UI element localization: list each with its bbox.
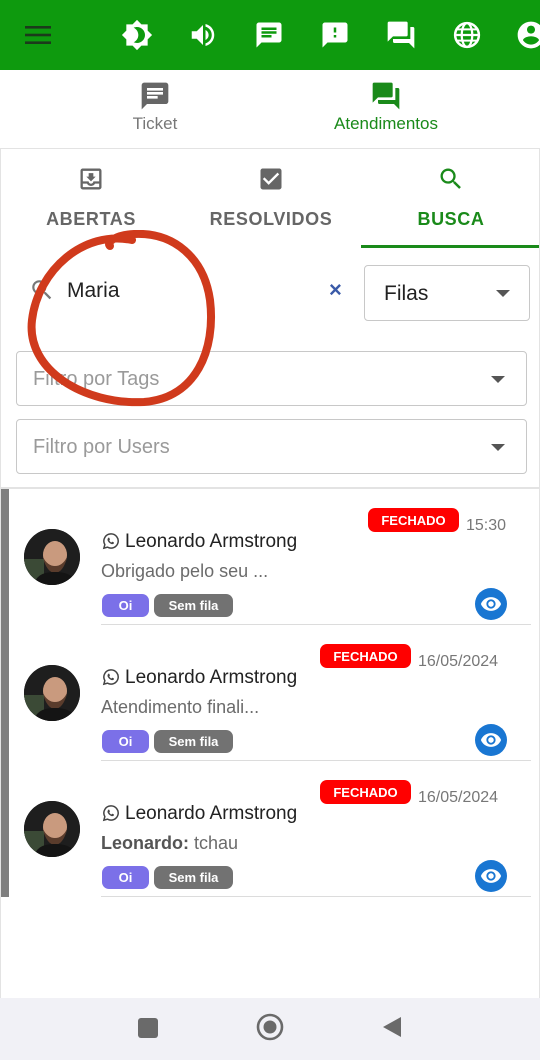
tag-chip-queue: Sem fila [154, 594, 233, 617]
active-tab-indicator [361, 245, 539, 248]
menu-icon[interactable] [22, 19, 54, 51]
ticket-item[interactable]: Leonardo Armstrong Obrigado pelo seu ...… [1, 489, 539, 625]
avatar [24, 529, 80, 585]
search-input[interactable] [67, 275, 317, 307]
preview-sender: Leonardo: [101, 833, 189, 853]
avatar [24, 801, 80, 857]
ticket-chat-icon [105, 80, 205, 112]
users-filter-select[interactable]: Filtro por Users [16, 419, 527, 474]
nav-atendimentos[interactable]: Atendimentos [316, 80, 456, 134]
status-badge: FECHADO [320, 780, 411, 804]
brightness-icon[interactable] [121, 19, 153, 51]
tab-resolvidos[interactable]: RESOLVIDOS [181, 149, 361, 249]
status-badge: FECHADO [368, 508, 459, 532]
tag-chip-oi: Oi [102, 594, 149, 617]
tab-abertas-label: ABERTAS [46, 209, 136, 229]
status-badge: FECHADO [320, 644, 411, 668]
tag-chip-oi: Oi [102, 866, 149, 889]
ticket-time: 15:30 [466, 517, 507, 534]
account-icon[interactable] [515, 19, 540, 51]
view-ticket-button[interactable] [475, 724, 507, 756]
tag-chip-oi: Oi [102, 730, 149, 753]
filas-select[interactable]: Filas [364, 265, 530, 321]
volume-icon[interactable] [187, 19, 219, 51]
atendimentos-forum-icon [316, 80, 456, 112]
contact-name: Leonardo Armstrong [125, 667, 298, 688]
back-icon[interactable] [381, 1015, 403, 1044]
forum-icon[interactable] [385, 19, 417, 51]
avatar [24, 665, 80, 721]
eye-icon [480, 733, 502, 747]
ticket-list: Leonardo Armstrong Obrigado pelo seu ...… [1, 489, 539, 897]
tags-filter-placeholder: Filtro por Tags [33, 368, 160, 390]
clear-search-icon[interactable]: × [329, 277, 342, 303]
chat-message-icon[interactable] [253, 19, 285, 51]
message-preview: Obrigado pelo seu ... [101, 561, 268, 582]
ticket-item[interactable]: Leonardo Armstrong Leonardo: tchau FECHA… [1, 761, 539, 897]
whatsapp-icon [102, 532, 120, 555]
tab-busca-label: BUSCA [417, 209, 485, 229]
eye-icon [480, 597, 502, 611]
row-divider [101, 896, 531, 897]
tickets-panel: ABERTAS RESOLVIDOS BUSCA × Filas Filtro … [0, 148, 540, 998]
message-preview: Leonardo: tchau [101, 833, 238, 854]
contact-name: Leonardo Armstrong [125, 803, 298, 824]
globe-icon[interactable] [451, 19, 483, 51]
tab-busca[interactable]: BUSCA [361, 149, 540, 249]
nav-ticket-label: Ticket [132, 114, 178, 133]
users-filter-placeholder: Filtro por Users [33, 436, 170, 458]
system-navigation-bar [0, 998, 540, 1060]
view-ticket-button[interactable] [475, 860, 507, 892]
tag-chip-queue: Sem fila [154, 730, 233, 753]
eye-icon [480, 869, 502, 883]
status-tabs: ABERTAS RESOLVIDOS BUSCA [1, 149, 539, 249]
chevron-down-icon [491, 376, 505, 383]
tab-abertas[interactable]: ABERTAS [1, 149, 181, 249]
nav-atendimentos-label: Atendimentos [334, 114, 438, 133]
tab-resolvidos-label: RESOLVIDOS [209, 209, 333, 229]
preview-text: tchau [194, 833, 239, 853]
tags-filter-select[interactable]: Filtro por Tags [16, 351, 527, 406]
search-icon [29, 277, 55, 308]
top-app-bar [0, 0, 540, 70]
ticket-time: 16/05/2024 [418, 789, 499, 806]
ticket-time: 16/05/2024 [418, 653, 499, 670]
sub-navigation: Ticket Atendimentos [0, 70, 540, 148]
preview-text: Obrigado pelo seu ... [101, 561, 269, 581]
search-tab-icon [437, 165, 465, 193]
checkbox-checked-icon [257, 165, 285, 193]
filas-select-label: Filas [384, 282, 429, 305]
view-ticket-button[interactable] [475, 588, 507, 620]
preview-text: Atendimento finali... [101, 697, 260, 717]
nav-ticket[interactable]: Ticket [105, 80, 205, 134]
inbox-download-icon [77, 165, 105, 193]
chevron-down-icon [491, 444, 505, 451]
ticket-item[interactable]: Leonardo Armstrong Atendimento finali...… [1, 625, 539, 761]
whatsapp-icon [102, 668, 120, 691]
whatsapp-icon [102, 804, 120, 827]
contact-name: Leonardo Armstrong [125, 531, 298, 552]
tag-chip-queue: Sem fila [154, 866, 233, 889]
home-icon[interactable] [256, 1013, 284, 1046]
message-preview: Atendimento finali... [101, 697, 259, 718]
recent-apps-icon[interactable] [137, 1017, 159, 1044]
chevron-down-icon [496, 290, 510, 297]
alert-message-icon[interactable] [319, 19, 351, 51]
